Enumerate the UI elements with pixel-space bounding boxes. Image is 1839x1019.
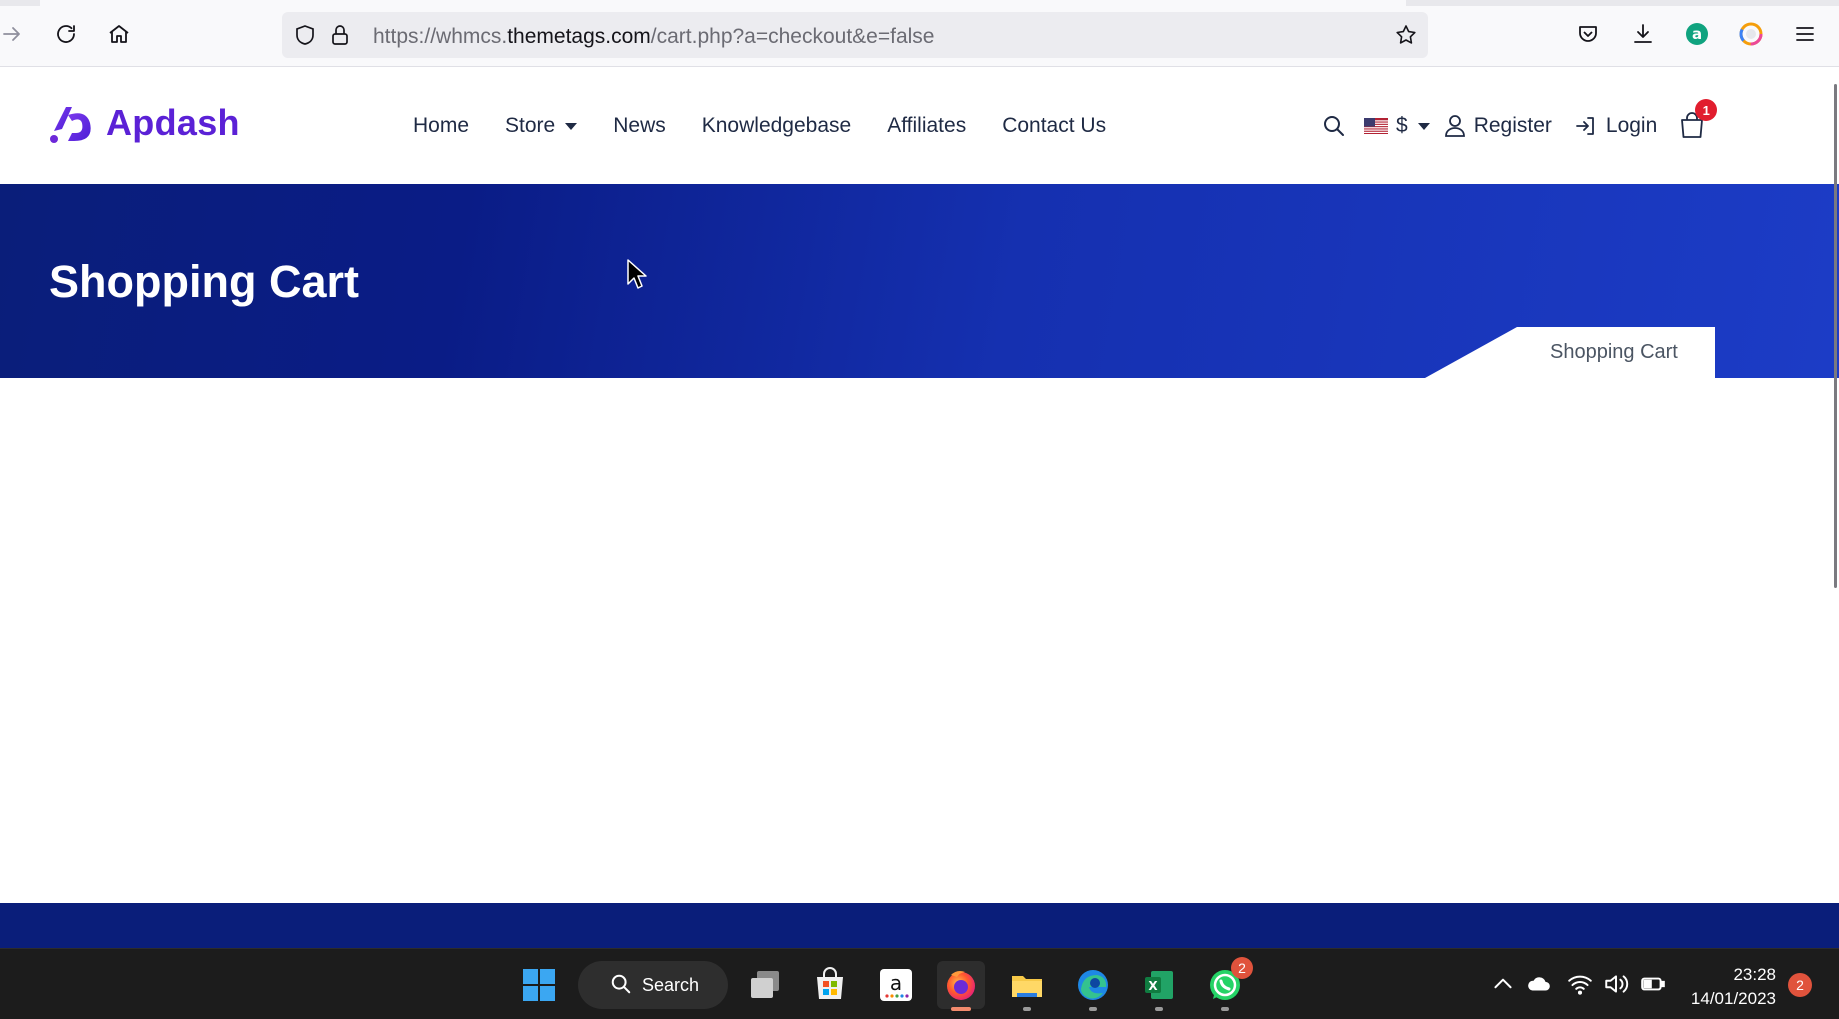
nav-store-label: Store	[505, 114, 556, 137]
chevron-up-icon[interactable]	[1490, 971, 1516, 997]
running-indicator	[1089, 1007, 1097, 1011]
battery-icon[interactable]	[1640, 971, 1666, 997]
whatsapp-badge: 2	[1231, 957, 1253, 979]
header-tools: $ Register Login 1	[1322, 99, 1718, 141]
wifi-icon[interactable]	[1567, 971, 1593, 997]
running-indicator	[1221, 1007, 1229, 1011]
url-path: /cart.php?a=checkout&e=false	[650, 25, 935, 48]
taskbar-firefox[interactable]	[937, 961, 985, 1011]
url-bar[interactable]: https://whmcs.themetags.com/cart.php?a=c…	[282, 12, 1428, 58]
site-header: Apdash Home Store News Knowledgebase Aff…	[0, 67, 1839, 184]
nav-home[interactable]: Home	[413, 114, 469, 138]
forward-icon[interactable]	[0, 14, 32, 54]
register-link[interactable]: Register	[1444, 114, 1552, 138]
folder-icon	[1012, 976, 1042, 997]
taskbar-clock[interactable]: 23:28 14/01/2023	[1680, 963, 1776, 1011]
microsoft-store-icon	[817, 967, 843, 999]
taskbar-store[interactable]	[806, 961, 854, 1009]
running-indicator	[1155, 1007, 1163, 1011]
login-label: Login	[1605, 114, 1658, 137]
onedrive-cloud-icon[interactable]	[1526, 971, 1552, 997]
chevron-down-icon	[1417, 122, 1430, 130]
search-icon[interactable]	[1322, 114, 1346, 138]
nav-news[interactable]: News	[613, 114, 666, 138]
running-indicator	[1023, 1007, 1031, 1011]
url-text[interactable]: https://whmcs.themetags.com/cart.php?a=c…	[373, 25, 934, 49]
currency-selector[interactable]: $	[1346, 114, 1430, 138]
nav-store[interactable]: Store	[505, 114, 578, 138]
tracking-shield-icon[interactable]	[293, 23, 317, 47]
task-view-icon	[751, 971, 779, 998]
taskbar-search-label: Search	[642, 974, 700, 995]
downloads-icon[interactable]	[1623, 14, 1663, 54]
volume-icon[interactable]	[1603, 971, 1629, 997]
windows-start-icon	[523, 969, 555, 1001]
browser-toolbar: https://whmcs.themetags.com/cart.php?a=c…	[0, 0, 1839, 67]
bookmark-star-icon[interactable]	[1394, 23, 1418, 47]
user-icon	[1444, 115, 1465, 137]
firefox-icon	[947, 971, 975, 1000]
taskbar-whatsapp[interactable]: 2	[1201, 957, 1253, 1011]
clock-date: 14/01/2023	[1690, 989, 1776, 1008]
taskbar-edge[interactable]	[1069, 961, 1117, 1011]
home-icon[interactable]	[99, 14, 139, 54]
login-link[interactable]: Login	[1574, 114, 1657, 138]
svg-text:a: a	[1692, 25, 1702, 43]
excel-icon: X	[1145, 971, 1173, 999]
amazon-app-icon: a	[880, 969, 912, 1001]
active-indicator	[951, 1007, 971, 1011]
pocket-icon[interactable]	[1568, 14, 1608, 54]
lock-icon[interactable]	[328, 23, 352, 47]
main-content	[0, 378, 1839, 903]
page-title: Shopping Cart	[49, 256, 359, 307]
menu-icon[interactable]	[1785, 14, 1825, 54]
page-hero: Shopping Cart Shopping Cart	[0, 184, 1839, 378]
task-view-button[interactable]	[741, 961, 789, 1009]
taskbar-search[interactable]: Search	[578, 961, 728, 1009]
nav-contact-us[interactable]: Contact Us	[1002, 114, 1106, 138]
main-nav: Home Store News Knowledgebase Affiliates…	[413, 114, 1142, 138]
edge-icon	[1078, 970, 1108, 1000]
logo-mark-icon	[50, 107, 91, 143]
reload-icon[interactable]	[46, 14, 86, 54]
logo[interactable]: Apdash	[48, 101, 240, 145]
taskbar-amazon[interactable]: a	[872, 961, 920, 1009]
cart-button[interactable]: 1	[1679, 99, 1718, 141]
windows-taskbar: Search a X 2 23:28 14/01/2023 2	[0, 948, 1839, 1019]
chevron-down-icon	[565, 122, 578, 130]
tab-strip	[0, 0, 1839, 6]
register-label: Register	[1473, 114, 1552, 137]
cart-count-badge: 1	[1695, 99, 1718, 121]
nav-affiliates[interactable]: Affiliates	[887, 114, 966, 138]
search-icon	[611, 974, 631, 994]
taskbar-excel[interactable]: X	[1135, 961, 1183, 1011]
taskbar-file-explorer[interactable]	[1003, 961, 1051, 1011]
footer-band	[0, 903, 1839, 948]
login-icon	[1575, 117, 1594, 135]
svg-text:a: a	[890, 971, 902, 995]
us-flag-icon	[1364, 118, 1388, 134]
start-button[interactable]	[515, 961, 563, 1009]
notification-badge[interactable]: 2	[1788, 973, 1812, 997]
mouse-cursor-icon	[627, 259, 647, 289]
breadcrumb: Shopping Cart	[1550, 341, 1678, 363]
extension-a-icon[interactable]: a	[1677, 14, 1717, 54]
clock-time: 23:28	[1733, 965, 1776, 984]
logo-text: Apdash	[106, 102, 240, 143]
nav-knowledgebase[interactable]: Knowledgebase	[702, 114, 851, 138]
url-prefix: https://whmcs.	[373, 25, 508, 48]
currency-symbol: $	[1396, 114, 1408, 137]
svg-text:X: X	[1148, 979, 1158, 993]
page-scrollbar[interactable]	[1834, 84, 1837, 588]
extension-colorwheel-icon[interactable]	[1731, 14, 1771, 54]
url-host: themetags.com	[507, 25, 651, 48]
